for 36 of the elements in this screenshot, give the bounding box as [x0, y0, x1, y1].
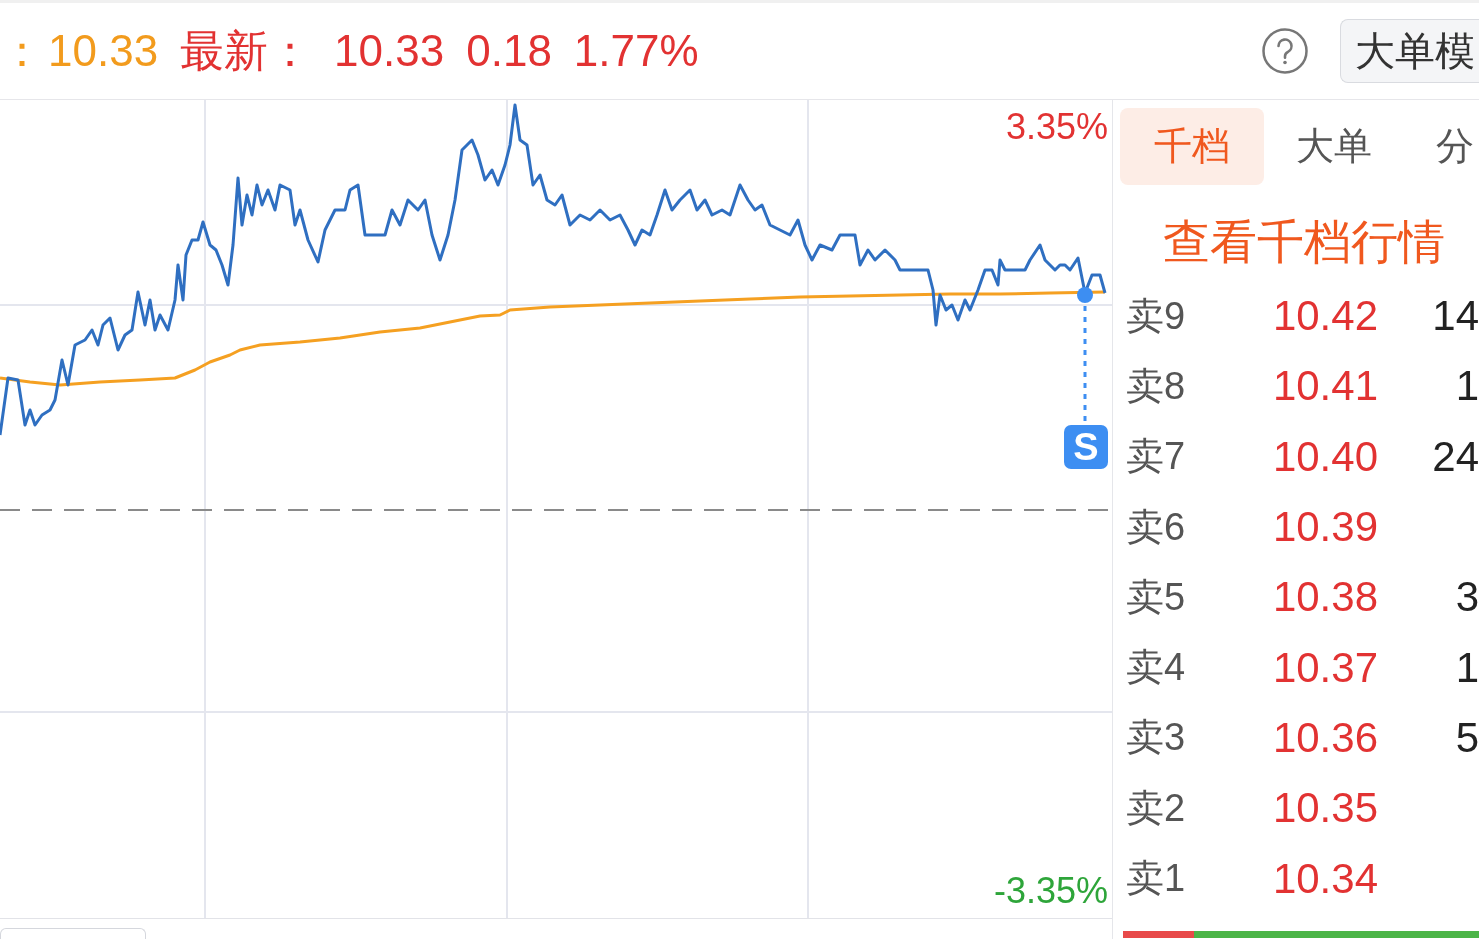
mode-button[interactable]: 大单模: [1340, 19, 1479, 83]
ask-level-label: 卖5: [1126, 574, 1186, 620]
price-change: 0.18: [466, 26, 552, 76]
ask-price: 10.40: [1272, 432, 1378, 481]
help-icon[interactable]: [1262, 28, 1308, 74]
ask-level-label: 卖2: [1126, 785, 1186, 831]
ask-price: 10.37: [1272, 643, 1378, 692]
ask-volume: 1: [1455, 362, 1479, 411]
ask-level-label: 卖7: [1126, 434, 1186, 480]
ask-price: 10.42: [1272, 292, 1378, 341]
ask-price: 10.35: [1272, 784, 1378, 833]
latest-price-value: 10.33: [334, 26, 445, 76]
ask-volume: 5: [1455, 713, 1479, 762]
average-price-label: ：: [0, 24, 44, 77]
ask-level-label: 卖8: [1126, 363, 1186, 409]
ask-level-label: 卖4: [1126, 645, 1186, 691]
panel-tab[interactable]: 大单: [1264, 108, 1404, 185]
ask-price: 10.34: [1272, 854, 1378, 903]
ask-price: 10.41: [1272, 362, 1378, 411]
average-price-value: 10.33: [48, 26, 159, 76]
ask-price: 10.36: [1272, 713, 1378, 762]
ask-price: 10.38: [1272, 573, 1378, 622]
ask-volume: 14: [1432, 292, 1479, 341]
ask-volume: 3: [1455, 573, 1479, 622]
price-change-percent: 1.77%: [573, 26, 699, 76]
ask-volume: 24: [1432, 432, 1479, 481]
ask-level-label: 卖6: [1126, 504, 1186, 550]
latest-price-label: 最新：: [180, 24, 313, 77]
axis-upper-label: 3.35%: [1005, 106, 1108, 148]
ask-volume: 1: [1455, 643, 1479, 692]
ask-price: 10.39: [1272, 503, 1378, 552]
ask-level-label: 卖3: [1126, 715, 1186, 761]
panel-tab[interactable]: 分: [1404, 108, 1474, 185]
ask-level-label: 卖1: [1126, 856, 1186, 901]
ask-level-label: 卖9: [1126, 293, 1186, 339]
axis-lower-label: -3.35%: [993, 870, 1108, 912]
